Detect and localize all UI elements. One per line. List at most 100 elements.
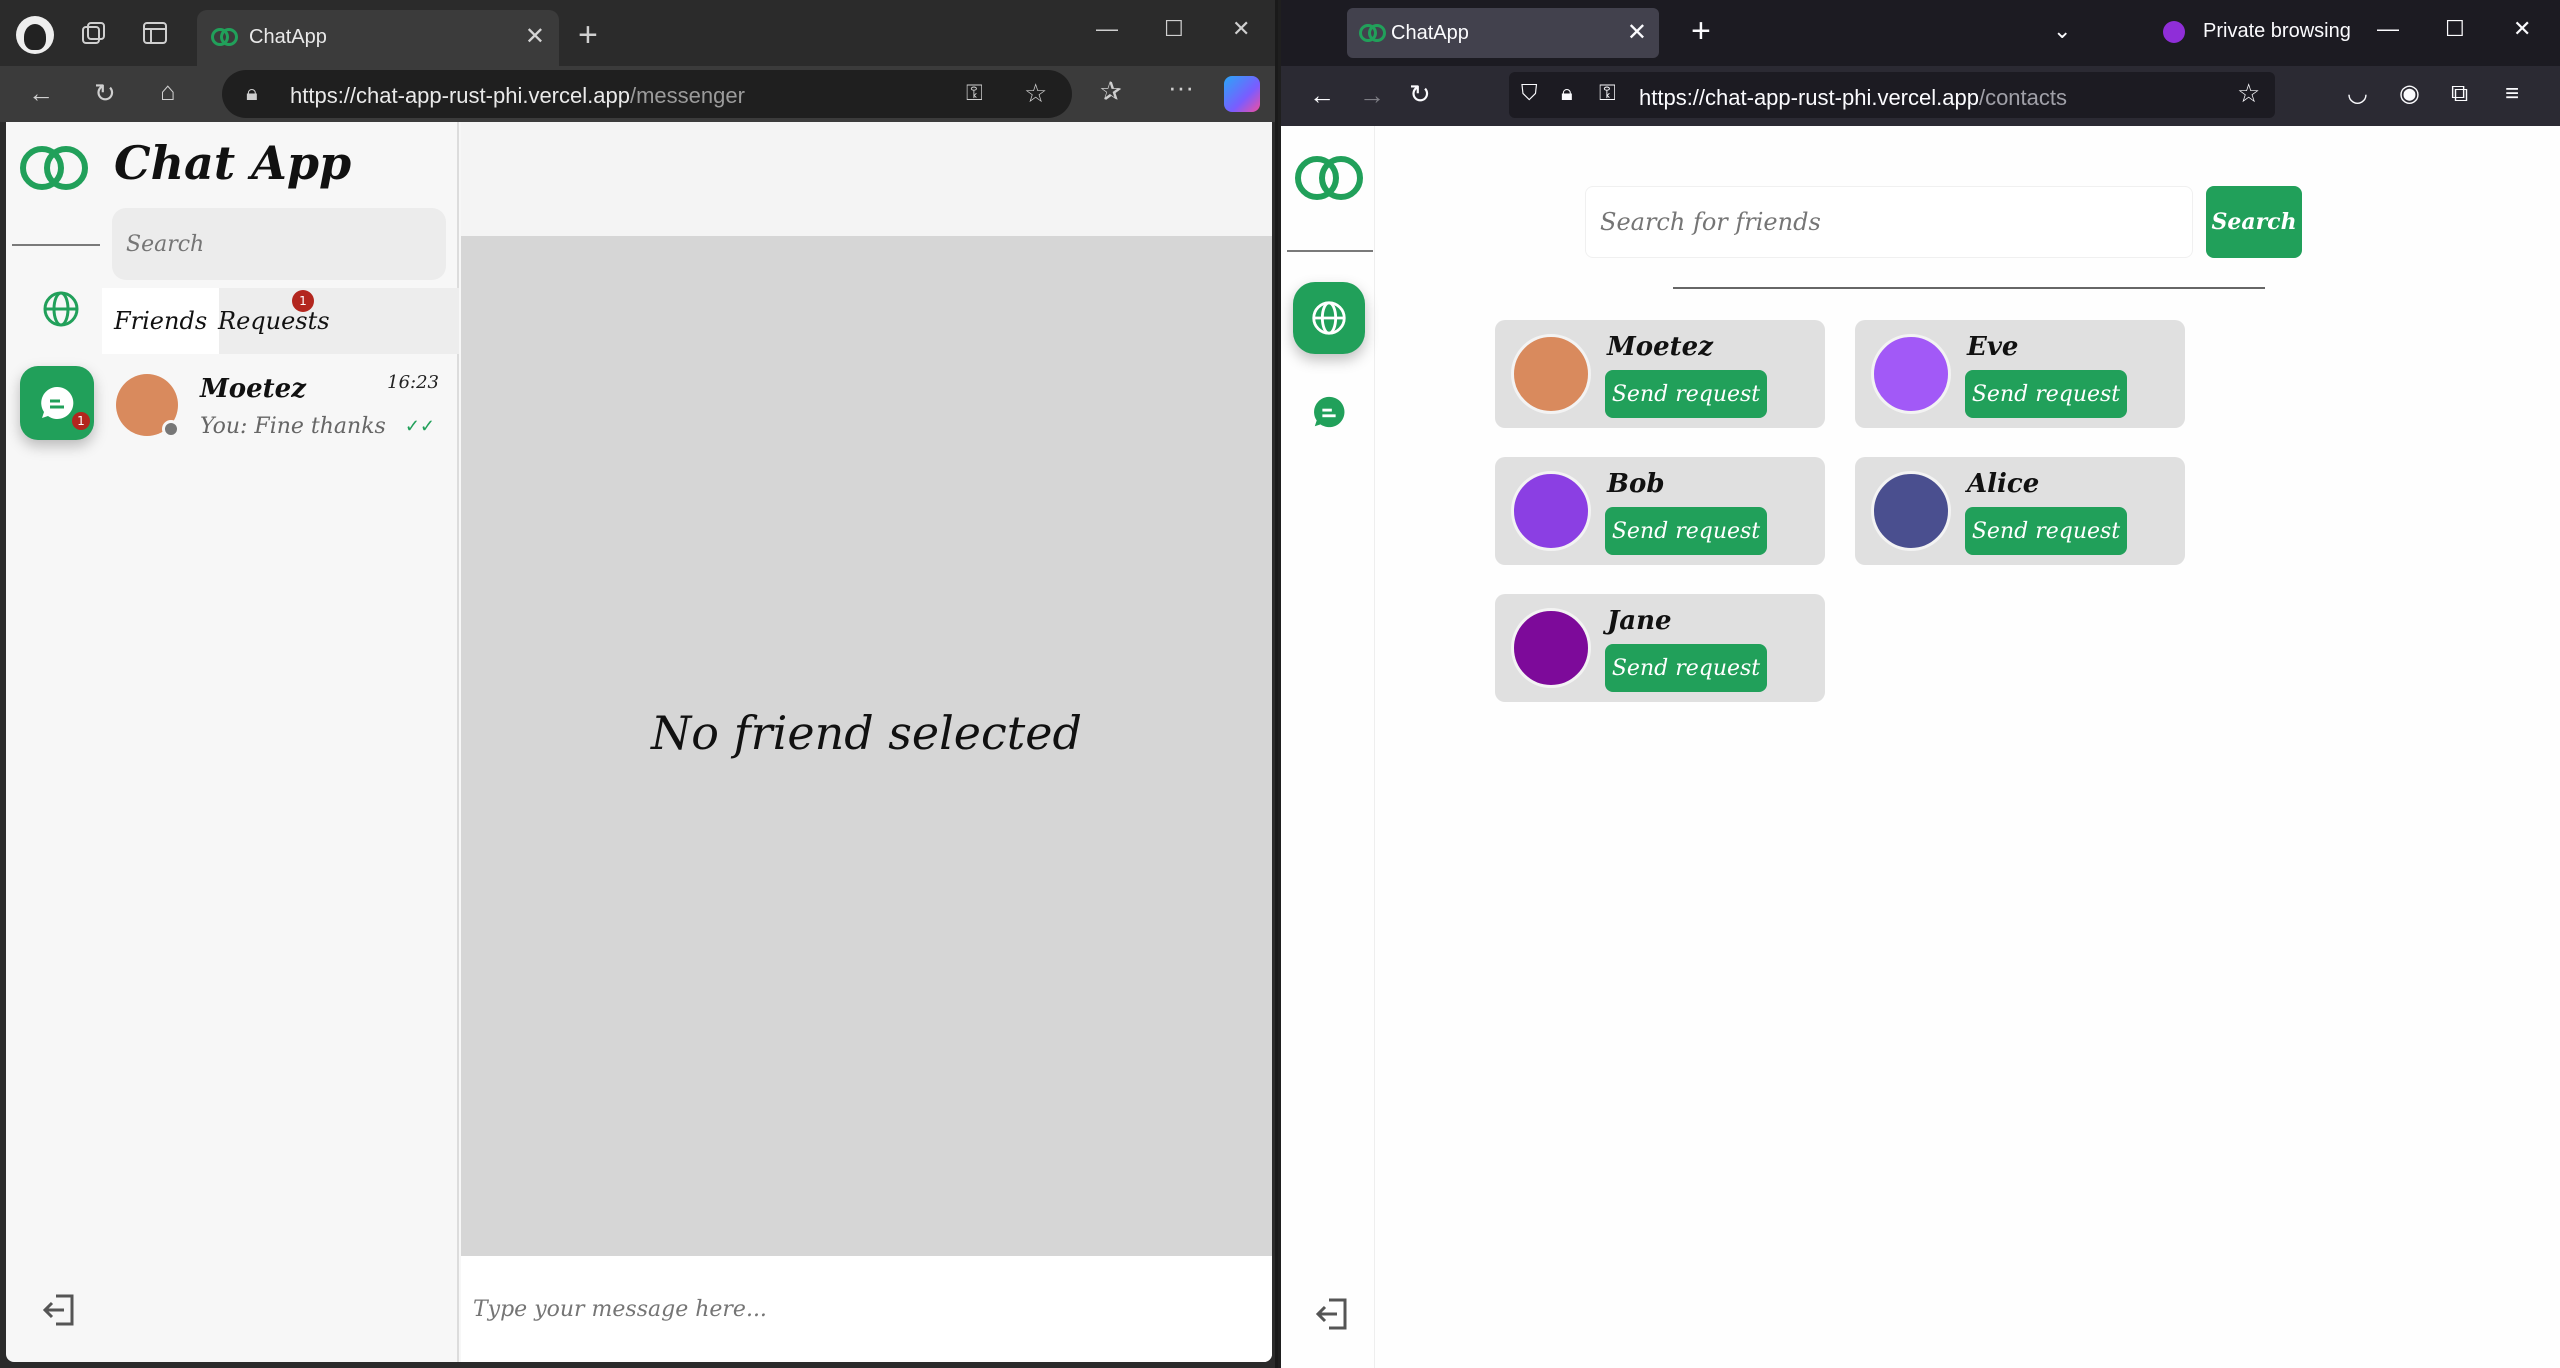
more-menu-icon[interactable]: ··· [1168,74,1194,100]
friends-tabs: Friends Requests 1 [102,288,459,354]
contact-name: Alice [1967,469,2040,499]
private-browsing-icon [2163,21,2185,43]
rail-divider [1287,250,1373,252]
maximize-icon[interactable]: ☐ [1164,16,1184,42]
friend-list-item[interactable]: Moetez 16:23 You: Fine thanks ✓✓ [102,354,457,454]
left-tab-bar: ChatApp ✕ + — ☐ ✕ [0,0,1275,66]
avatar [1511,334,1591,414]
chat-area: No friend selected [461,236,1272,1256]
search-button[interactable]: Search [2206,186,2302,258]
send-request-button[interactable]: Send request [1965,507,2127,555]
avatar [1511,608,1591,688]
profile-avatar-icon[interactable] [16,16,54,54]
message-input[interactable] [461,1256,1272,1362]
search-divider [1673,287,2265,289]
copilot-icon[interactable] [1224,76,1260,112]
minimize-icon[interactable]: — [1096,16,1118,42]
back-icon[interactable]: ← [28,80,54,106]
message-time: 16:23 [387,372,439,393]
globe-icon [1312,301,1346,335]
right-tab-bar: ChatApp ✕ + ⌄ Private browsing — ☐ ✕ [1281,0,2560,66]
lock-icon[interactable]: 🔒︎ [246,80,258,106]
send-request-button[interactable]: Send request [1605,507,1767,555]
close-tab-icon[interactable]: ✕ [525,22,545,51]
send-request-button[interactable]: Send request [1605,370,1767,418]
shield-icon[interactable]: ⛉ [1521,82,1538,104]
close-tab-icon[interactable]: ✕ [1627,18,1647,47]
close-window-icon[interactable]: ✕ [2513,16,2531,42]
refresh-icon[interactable]: ↻ [94,80,116,106]
logout-icon[interactable] [40,1290,80,1330]
left-browser-window: ChatApp ✕ + — ☐ ✕ ← ↻ ⌂ 🔒︎ https://chat-… [0,0,1278,1368]
new-tab-icon[interactable]: + [1691,14,1711,48]
avatar [1511,471,1591,551]
url-field[interactable]: 🔒︎ https://chat-app-rust-phi.vercel.app/… [222,70,1072,118]
contact-name: Bob [1607,469,1665,499]
refresh-icon[interactable]: ↻ [1409,81,1431,107]
minimize-icon[interactable]: — [2377,16,2399,42]
maximize-icon[interactable]: ☐ [2445,16,2465,42]
url-field[interactable]: ⛉ 🔒︎ ⚿ https://chat-app-rust-phi.vercel.… [1509,72,2275,118]
home-icon[interactable]: ⌂ [160,78,176,104]
account-icon[interactable]: ◉ [2399,82,2420,106]
url-host: https://chat-app-rust-phi.vercel.app [290,83,630,108]
search-input[interactable] [112,208,446,280]
send-request-button[interactable]: Send request [1965,370,2127,418]
app-logo-icon [20,146,88,190]
chat-bubble-icon[interactable] [1311,394,1347,430]
chat-badge: 1 [72,412,90,430]
contacts-page: Search Moetez Send request Eve Send requ… [1281,126,2560,1368]
chatapp-favicon-icon [1359,24,1387,42]
tab-list-chevron-icon[interactable]: ⌄ [2053,20,2071,42]
messenger-nav-button[interactable]: 1 [20,366,94,440]
nav-rail [1281,126,1375,1368]
app-title: Chat App [114,136,352,190]
avatar [1871,334,1951,414]
friend-search-input[interactable] [1585,186,2193,258]
tab-requests[interactable]: Requests [206,288,342,354]
app-logo-icon [1295,156,1363,200]
new-tab-icon[interactable]: + [578,18,598,52]
nav-rail: 1 [6,122,102,1362]
avatar [1871,471,1951,551]
double-check-icon: ✓✓ [404,416,435,436]
rail-divider [12,244,100,246]
extensions-icon[interactable]: ⧉ [2451,82,2468,106]
browser-tab-chatapp[interactable]: ChatApp ✕ [197,10,559,66]
conversation-sidebar: Chat App Friends Requests 1 Moetez 16:23… [102,122,459,1362]
browser-tab-chatapp-private[interactable]: ChatApp ✕ [1347,8,1659,58]
status-dot [162,420,180,438]
globe-icon[interactable] [40,288,82,330]
back-icon[interactable]: ← [1309,82,1335,108]
forward-icon[interactable]: → [1359,82,1385,108]
favorites-icon[interactable]: ✰ [1100,78,1122,104]
workspaces-icon[interactable] [80,20,108,52]
empty-state-text: No friend selected [651,706,1082,760]
key-icon[interactable]: ⚿ [1599,82,1616,104]
key-icon[interactable]: ⚿ [966,82,983,104]
last-message: You: Fine thanks [200,414,386,439]
friend-name: Moetez [200,374,306,404]
lock-icon[interactable]: 🔒︎ [1561,82,1573,104]
send-request-button[interactable]: Send request [1605,644,1767,692]
contacts-nav-button[interactable] [1293,282,1365,354]
private-browsing-label: Private browsing [2203,20,2351,42]
pocket-icon[interactable]: ◡ [2347,82,2368,106]
menu-icon[interactable]: ≡ [2505,82,2519,106]
right-address-bar: ← → ↻ ⛉ 🔒︎ ⚿ https://chat-app-rust-phi.v… [1281,66,2560,126]
close-window-icon[interactable]: ✕ [1232,16,1250,42]
tab-title: ChatApp [1391,22,1469,44]
messenger-page: 1 Chat App Friends Requests 1 Moetez 16:… [6,122,1272,1362]
sidebar-toggle-icon[interactable] [142,20,168,50]
contact-card: Bob Send request [1495,457,1825,565]
bookmark-star-icon[interactable]: ☆ [2237,80,2260,106]
logout-icon[interactable] [1313,1294,1353,1334]
chat-bubble-icon [41,386,74,419]
contact-name: Eve [1967,332,2019,362]
contact-card: Alice Send request [1855,457,2185,565]
tab-friends[interactable]: Friends [102,288,220,354]
url-path: /messenger [629,83,745,108]
chat-header [461,122,1272,236]
contact-name: Moetez [1607,332,1713,362]
favorite-star-icon[interactable]: ☆ [1024,80,1047,106]
